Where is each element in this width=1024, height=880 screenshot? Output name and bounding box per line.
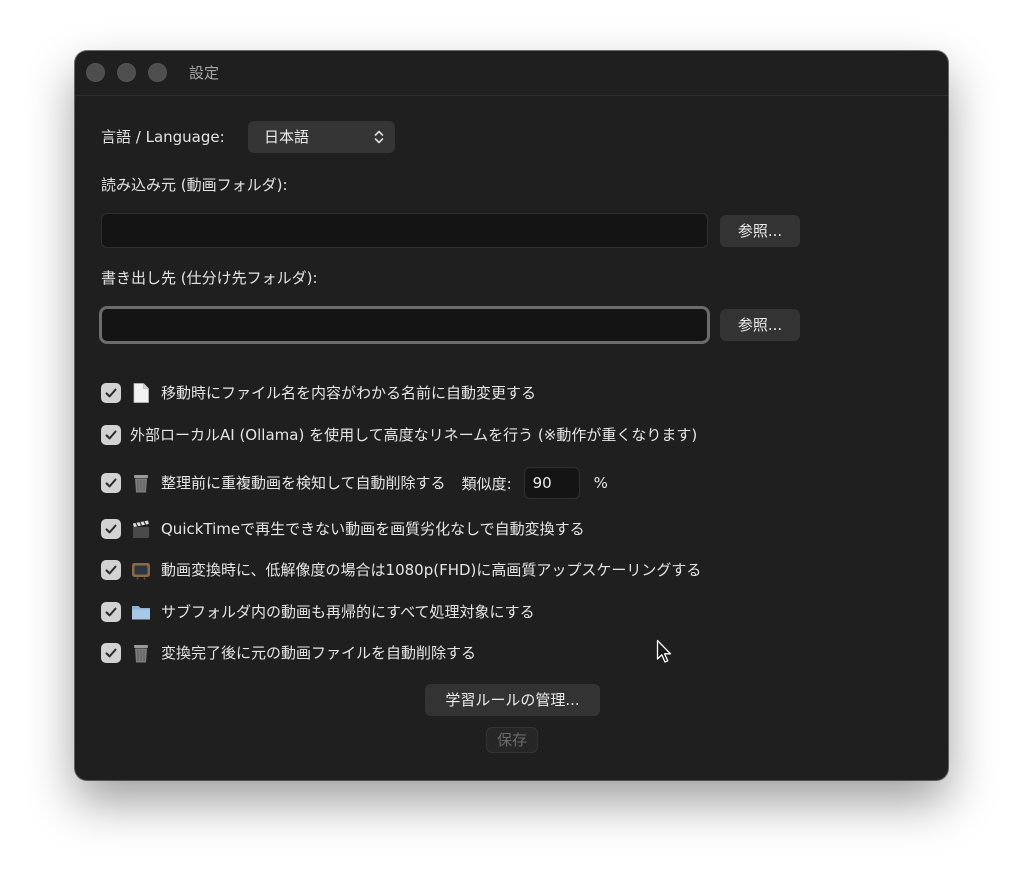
duplicate-delete-checkbox[interactable] xyxy=(101,473,121,493)
window-title: 設定 xyxy=(189,64,220,82)
save-button[interactable]: 保存 xyxy=(486,727,538,753)
mouse-pointer-icon xyxy=(656,639,672,663)
option-recursive: サブフォルダ内の動画も再帰的にすべて処理対象にする xyxy=(101,599,535,625)
settings-window: 設定 言語 / Language: 日本語 読み込み元 (動画フォルダ): 参照… xyxy=(75,51,948,780)
destination-folder-label: 書き出し先 (仕分け先フォルダ): xyxy=(101,269,318,287)
auto-rename-checkbox[interactable] xyxy=(101,383,121,403)
title-bar: 設定 xyxy=(75,51,948,96)
local-ai-rename-checkbox[interactable] xyxy=(101,425,121,445)
delete-original-label: 変換完了後に元の動画ファイルを自動削除する xyxy=(161,644,477,662)
manage-learning-rules-button[interactable]: 学習ルールの管理... xyxy=(425,684,600,716)
checkmark-icon xyxy=(105,388,117,398)
option-auto-convert: QuickTimeで再生できない動画を画質劣化なしで自動変換する xyxy=(101,516,585,542)
source-folder-label: 読み込み元 (動画フォルダ): xyxy=(101,176,288,194)
local-ai-rename-label: 外部ローカルAI (Ollama) を使用して高度なリネームを行う (※動作が重… xyxy=(130,426,698,444)
auto-convert-label: QuickTimeで再生できない動画を画質劣化なしで自動変換する xyxy=(161,520,585,538)
language-select[interactable]: 日本語 xyxy=(248,121,395,153)
source-browse-button[interactable]: 参照... xyxy=(720,215,800,247)
checkmark-icon xyxy=(105,607,117,617)
chevron-up-down-icon xyxy=(374,130,384,144)
option-delete-original: 変換完了後に元の動画ファイルを自動削除する xyxy=(101,640,476,666)
destination-browse-button[interactable]: 参照... xyxy=(720,309,800,341)
upscale-checkbox[interactable] xyxy=(101,560,121,580)
television-icon xyxy=(132,563,150,580)
auto-rename-label: 移動時にファイル名を内容がわかる名前に自動変更する xyxy=(161,384,537,402)
folder-icon xyxy=(132,606,150,620)
checkmark-icon xyxy=(105,648,117,658)
similarity-input[interactable] xyxy=(523,467,580,499)
duplicate-delete-label: 整理前に重複動画を検知して自動削除する xyxy=(161,474,446,492)
option-upscale: 動画変換時に、低解像度の場合は1080p(FHD)に高画質アップスケーリングする xyxy=(101,557,701,583)
clapper-board-icon xyxy=(133,520,149,538)
recursive-checkbox[interactable] xyxy=(101,602,121,622)
option-local-ai-rename: 外部ローカルAI (Ollama) を使用して高度なリネームを行う (※動作が重… xyxy=(101,422,697,448)
recursive-label: サブフォルダ内の動画も再帰的にすべて処理対象にする xyxy=(161,603,535,621)
checkmark-icon xyxy=(105,565,117,575)
zoom-window-button[interactable] xyxy=(148,63,167,82)
language-label: 言語 / Language: xyxy=(101,128,225,146)
upscale-label: 動画変換時に、低解像度の場合は1080p(FHD)に高画質アップスケーリングする xyxy=(161,561,702,579)
wastebasket-icon xyxy=(134,475,148,493)
source-folder-input[interactable] xyxy=(101,213,708,248)
checkmark-icon xyxy=(105,478,117,488)
close-window-button[interactable] xyxy=(86,63,105,82)
language-select-value: 日本語 xyxy=(264,128,310,146)
similarity-label: 類似度: xyxy=(461,474,512,493)
auto-convert-checkbox[interactable] xyxy=(101,519,121,539)
option-duplicate-delete: 整理前に重複動画を検知して自動削除する 類似度: % xyxy=(101,466,608,500)
document-icon xyxy=(133,383,149,403)
option-auto-rename: 移動時にファイル名を内容がわかる名前に自動変更する xyxy=(101,380,536,406)
similarity-unit: % xyxy=(593,474,608,492)
wastebasket-icon xyxy=(134,645,148,663)
checkmark-icon xyxy=(105,524,117,534)
destination-folder-input[interactable] xyxy=(99,306,710,344)
delete-original-checkbox[interactable] xyxy=(101,643,121,663)
minimize-window-button[interactable] xyxy=(117,63,136,82)
checkmark-icon xyxy=(105,430,117,440)
